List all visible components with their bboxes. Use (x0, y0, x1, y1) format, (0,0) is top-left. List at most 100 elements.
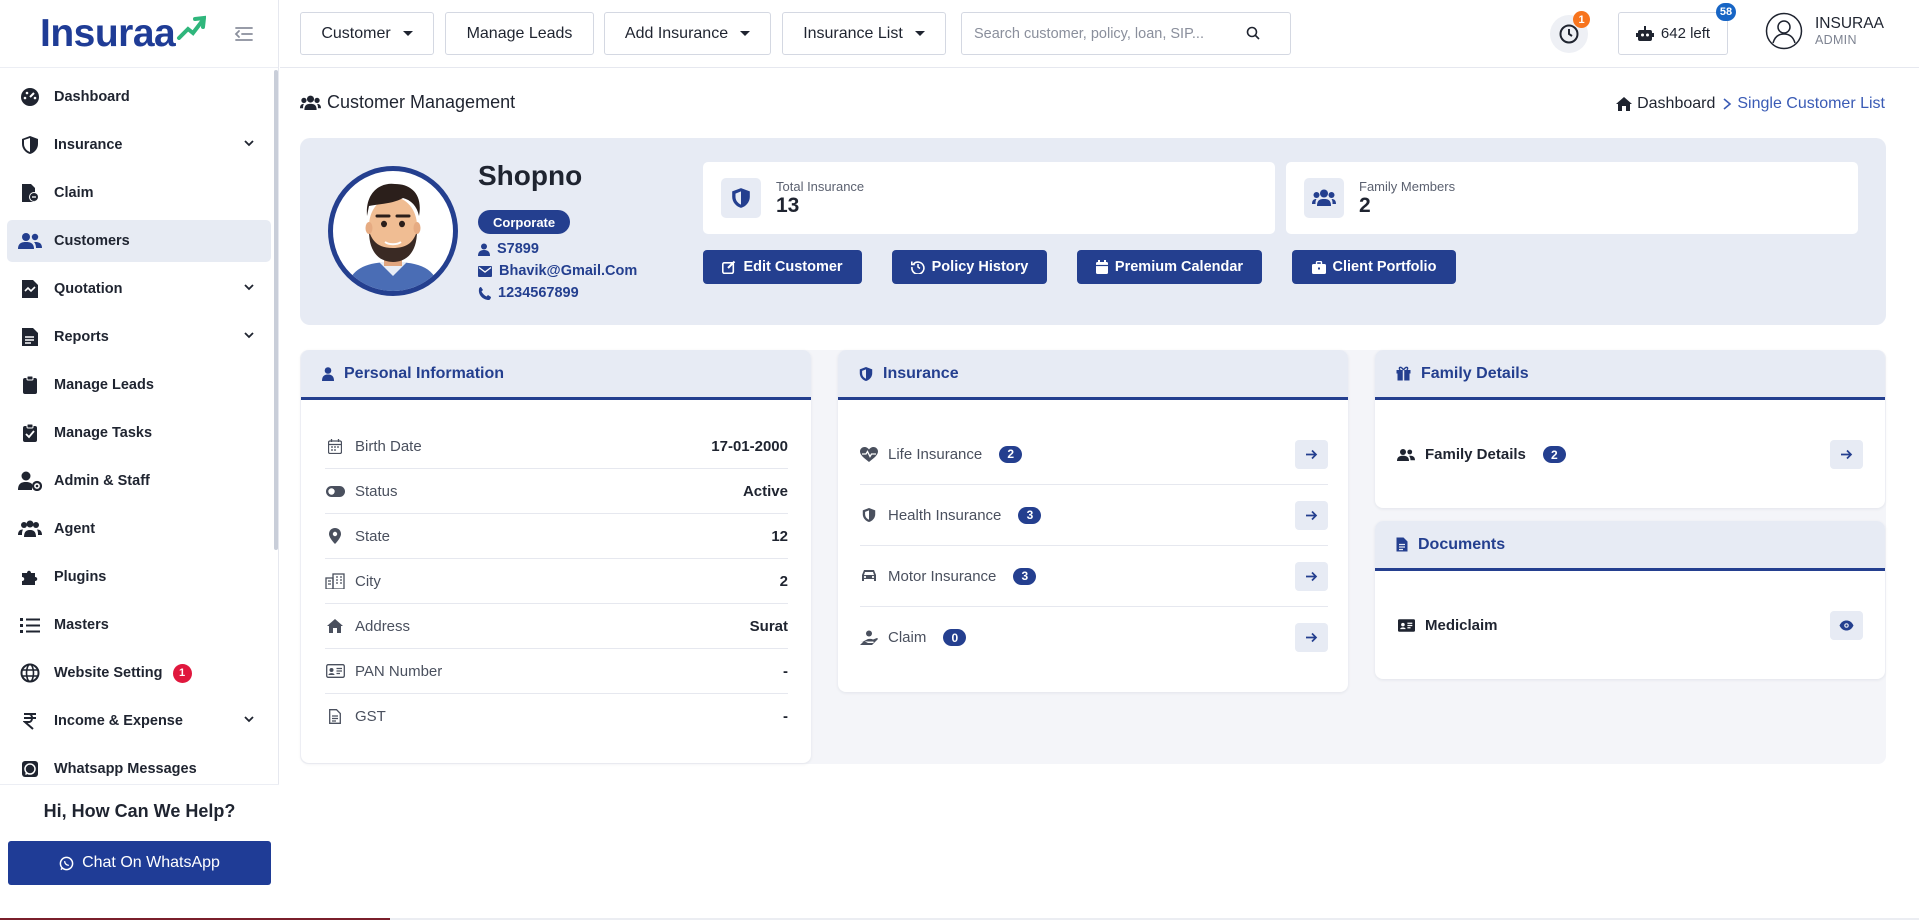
search-icon[interactable] (1246, 26, 1260, 40)
toggle-icon (325, 485, 345, 497)
customer-name: Shopno (478, 160, 583, 191)
sidebar-item-reports[interactable]: Reports (7, 316, 271, 358)
customer-email[interactable]: Bhavik@Gmail.Com (499, 263, 637, 279)
customer-dropdown-label: Customer (321, 24, 391, 42)
open-claim-button[interactable] (1295, 623, 1328, 652)
robot-icon (1635, 25, 1654, 41)
user-name: INSURAA (1815, 15, 1884, 32)
notification-badge: 1 (1573, 11, 1590, 28)
sidebar-item-label: Income & Expense (54, 713, 183, 729)
user-menu[interactable]: INSURAA ADMIN (1765, 12, 1884, 50)
customer-dropdown[interactable]: Customer (300, 12, 434, 55)
city-icon (325, 573, 345, 589)
breadcrumb: Dashboard Single Customer List (1615, 95, 1885, 113)
edit-customer-button[interactable]: Edit Customer (703, 250, 862, 284)
user-gear-icon (18, 469, 42, 493)
personal-information-header: Personal Information (301, 350, 811, 400)
policy-history-button[interactable]: Policy History (892, 250, 1047, 284)
add-insurance-dropdown[interactable]: Add Insurance (604, 12, 771, 55)
help-box: Hi, How Can We Help? Chat On WhatsApp (0, 784, 279, 900)
sidebar-item-manage-tasks[interactable]: Manage Tasks (7, 412, 271, 454)
insurance-row-motor: Motor Insurance 3 (860, 546, 1328, 607)
insurance-list-dropdown[interactable]: Insurance List (782, 12, 946, 55)
insurance-label[interactable]: Health Insurance (888, 507, 1001, 524)
premium-calendar-label: Premium Calendar (1114, 259, 1244, 275)
sidebar-item-customers[interactable]: Customers (7, 220, 271, 262)
sidebar-item-manage-leads[interactable]: Manage Leads (7, 364, 271, 406)
open-life-insurance-button[interactable] (1295, 439, 1328, 469)
open-family-details-button[interactable] (1830, 440, 1863, 469)
logo[interactable]: Insuraa (0, 0, 278, 68)
phone-icon (478, 286, 491, 300)
open-health-insurance-button[interactable] (1295, 500, 1328, 530)
sidebar-item-plugins[interactable]: Plugins (7, 556, 271, 598)
insurance-label[interactable]: Claim (888, 629, 926, 646)
sidebar-item-whatsapp-messages[interactable]: Whatsapp Messages (7, 748, 271, 780)
sidebar-item-masters[interactable]: Masters (7, 604, 271, 646)
sidebar-item-label: Manage Tasks (54, 425, 153, 441)
customer-email-row: Bhavik@Gmail.Com (478, 263, 637, 279)
sidebar-item-income-expense[interactable]: Income & Expense (7, 700, 271, 742)
sidebar-menu: Dashboard Insurance Claim Customers Quot… (0, 68, 278, 780)
info-value: Surat (749, 617, 788, 635)
insurance-count-badge: 2 (999, 445, 1023, 463)
calendar-icon (325, 438, 345, 454)
add-insurance-label: Add Insurance (624, 24, 729, 42)
sidebar-item-label: Insurance (54, 137, 123, 153)
insurance-panel: Insurance Life Insurance 2 Health Insura… (838, 350, 1348, 692)
sidebar-item-label: Customers (54, 233, 130, 249)
breadcrumb-dashboard-link[interactable]: Dashboard (1637, 95, 1715, 113)
info-row-gst: GST - (325, 694, 788, 739)
user-icon (322, 366, 334, 381)
info-label: Status (355, 482, 398, 500)
sidebar-item-agent[interactable]: Agent (7, 508, 271, 550)
insurance-label[interactable]: Motor Insurance (888, 568, 996, 585)
sidebar-item-quotation[interactable]: Quotation (7, 268, 271, 310)
sidebar-scrollbar[interactable] (274, 70, 278, 550)
insurance-label[interactable]: Life Insurance (888, 446, 982, 463)
policy-history-label: Policy History (931, 259, 1029, 275)
client-portfolio-button[interactable]: Client Portfolio (1292, 250, 1456, 284)
family-members-label: Family Members (1359, 179, 1456, 194)
total-insurance-value: 13 (776, 194, 800, 217)
claim-file-icon (18, 181, 42, 205)
sidebar-item-dashboard[interactable]: Dashboard (7, 76, 271, 118)
arrow-right-icon (1306, 510, 1318, 520)
puzzle-icon (18, 565, 42, 589)
sidebar-item-claim[interactable]: Claim (7, 172, 271, 214)
users-icon (18, 229, 42, 253)
insurance-row-health: Health Insurance 3 (860, 485, 1328, 546)
open-motor-insurance-button[interactable] (1295, 561, 1328, 591)
customer-phone[interactable]: 1234567899 (498, 285, 579, 301)
reports-icon (18, 325, 42, 349)
reminders-button[interactable]: 1 (1550, 11, 1590, 53)
sidebar-item-insurance[interactable]: Insurance (7, 124, 271, 166)
info-label: GST (355, 708, 386, 725)
shield-icon (860, 507, 878, 523)
website-setting-badge: 1 (172, 663, 192, 683)
sidebar-item-website-setting[interactable]: Website Setting 1 (7, 652, 271, 694)
chat-whatsapp-label: Chat On WhatsApp (82, 854, 220, 871)
heart-pulse-icon (860, 446, 878, 462)
info-row-birth-date: Birth Date 17-01-2000 (325, 424, 788, 469)
manage-leads-button[interactable]: Manage Leads (445, 12, 594, 55)
document-row-mediclaim: Mediclaim (1397, 595, 1863, 656)
total-insurance-label: Total Insurance (776, 179, 865, 194)
edit-customer-label: Edit Customer (743, 259, 843, 275)
sidebar-item-admin-staff[interactable]: Admin & Staff (7, 460, 271, 502)
collapse-sidebar-icon[interactable] (232, 22, 256, 46)
credits-button[interactable]: 642 left 58 (1618, 3, 1736, 55)
family-details-label[interactable]: Family Details (1425, 446, 1526, 463)
info-value: 2 (779, 572, 788, 590)
hand-coin-icon (860, 630, 878, 646)
chevron-down-icon (244, 140, 254, 147)
search-input[interactable] (974, 25, 1244, 42)
premium-calendar-button[interactable]: Premium Calendar (1077, 250, 1262, 284)
document-label[interactable]: Mediclaim (1425, 617, 1498, 634)
chat-whatsapp-button[interactable]: Chat On WhatsApp (8, 841, 271, 885)
family-details-header: Family Details (1375, 350, 1885, 400)
info-value: 12 (771, 527, 788, 545)
view-document-button[interactable] (1830, 611, 1863, 640)
users-icon (1304, 178, 1344, 218)
arrow-right-icon (1306, 571, 1318, 581)
